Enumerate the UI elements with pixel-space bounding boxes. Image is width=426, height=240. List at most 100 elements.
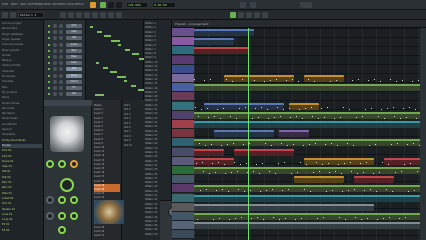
track-header[interactable]: [172, 110, 194, 120]
track-header[interactable]: [172, 221, 194, 231]
browser-item[interactable]: Templates: [2, 133, 42, 137]
browser-item[interactable]: Kick 01: [2, 149, 42, 153]
effect-slot[interactable]: Slot 8: [124, 135, 142, 139]
menu-patterns[interactable]: PATTERNS: [28, 2, 43, 6]
channel-button[interactable]: Pad: [66, 67, 82, 72]
channel-led[interactable]: [48, 37, 50, 40]
volume-knob[interactable]: [59, 86, 63, 90]
channel-row[interactable]: Chord: [46, 79, 84, 85]
track-header[interactable]: [172, 120, 194, 129]
pattern-clip[interactable]: [194, 38, 234, 46]
note[interactable]: [103, 66, 108, 69]
note[interactable]: [111, 39, 120, 42]
note[interactable]: [124, 80, 127, 82]
tool-select[interactable]: [108, 12, 114, 18]
track-header[interactable]: [172, 147, 194, 157]
volume-knob[interactable]: [59, 67, 63, 72]
channel-row[interactable]: Clap: [46, 30, 84, 35]
note[interactable]: [117, 75, 126, 78]
plugin-header[interactable]: [44, 100, 92, 106]
snap-button[interactable]: [2, 12, 8, 18]
channel-led[interactable]: [48, 25, 50, 27]
pattern-clip[interactable]: [279, 130, 309, 138]
channel-led[interactable]: [48, 56, 50, 58]
browser-item[interactable]: Sliced beats: [2, 117, 42, 121]
channel-row[interactable]: Pluck: [46, 73, 84, 79]
pattern-clip[interactable]: [204, 102, 284, 110]
browser-item[interactable]: Perc 01: [2, 181, 42, 185]
pattern-clip[interactable]: [304, 157, 374, 165]
effect-slot[interactable]: Slot 7: [124, 130, 142, 134]
track-header[interactable]: [172, 230, 194, 240]
tool-slice[interactable]: [100, 12, 106, 18]
note[interactable]: [96, 62, 99, 64]
track-header[interactable]: [172, 37, 194, 47]
browser-item[interactable]: My projects: [2, 91, 42, 95]
pattern-clip[interactable]: [194, 194, 426, 202]
browser-item[interactable]: Kick 02: [2, 155, 42, 159]
channel-button[interactable]: Clap: [66, 30, 82, 35]
track-header[interactable]: [172, 55, 194, 65]
playhead[interactable]: [248, 28, 249, 240]
browser-item[interactable]: FX 01: [2, 223, 42, 227]
channel-row[interactable]: Snare: [46, 42, 84, 48]
browser-item[interactable]: Fruity Cloud Packs: [2, 139, 42, 143]
track-header[interactable]: [172, 202, 194, 212]
piano-roll-button[interactable]: [238, 12, 244, 18]
pattern-clip[interactable]: [234, 148, 294, 156]
pan-knob[interactable]: [53, 30, 57, 35]
volume-knob[interactable]: [59, 73, 63, 78]
note[interactable]: [97, 30, 102, 33]
knob-icon[interactable]: [58, 160, 66, 168]
volume-knob[interactable]: [59, 36, 63, 41]
volume-knob[interactable]: [59, 55, 63, 59]
mixer-insert[interactable]: Insert 31: [94, 234, 120, 238]
pan-knob[interactable]: [53, 79, 57, 84]
channel-row[interactable]: Vox: [46, 92, 84, 97]
browser-item[interactable]: Backup: [2, 59, 42, 63]
pan-knob[interactable]: [53, 55, 57, 59]
browser-item[interactable]: Current project: [2, 22, 42, 26]
pattern-clip[interactable]: [194, 148, 224, 156]
tool-paint[interactable]: [68, 12, 74, 18]
channel-button[interactable]: Chord: [66, 79, 82, 84]
pattern-clip[interactable]: [289, 102, 319, 110]
note[interactable]: [95, 93, 104, 96]
note[interactable]: [90, 26, 93, 28]
pattern-clip[interactable]: [194, 29, 254, 36]
master-pitch[interactable]: [250, 2, 256, 8]
pattern-clip[interactable]: [194, 84, 426, 92]
tool-mute[interactable]: [84, 12, 90, 18]
knob-icon[interactable]: [60, 178, 74, 192]
track-header[interactable]: [172, 74, 194, 83]
menu-file[interactable]: FILE: [2, 2, 8, 6]
browser-item[interactable]: Snare 01: [2, 160, 42, 164]
effect-slot[interactable]: Slot 10: [124, 144, 142, 148]
menu-tools[interactable]: TOOLS: [66, 2, 76, 6]
menu-options[interactable]: OPTIONS: [52, 2, 65, 6]
channel-led[interactable]: [48, 93, 50, 96]
track-header[interactable]: [172, 175, 194, 185]
knob-icon[interactable]: [46, 196, 54, 204]
browser-item[interactable]: Mixer presets: [2, 49, 42, 53]
note[interactable]: [104, 35, 111, 37]
browser-item[interactable]: Clipboard files: [2, 64, 42, 68]
note[interactable]: [132, 53, 139, 55]
playlist-scrollbar[interactable]: [420, 28, 426, 240]
channel-rack-button[interactable]: [246, 12, 252, 18]
volume-knob[interactable]: [59, 92, 63, 97]
browser-item[interactable]: Plugin presets: [2, 38, 42, 42]
note[interactable]: [131, 84, 136, 87]
channel-button[interactable]: Bass: [66, 55, 82, 59]
pan-knob[interactable]: [53, 73, 57, 78]
browser-item[interactable]: Hat 01: [2, 170, 42, 174]
tool-slip[interactable]: [92, 12, 98, 18]
channel-button[interactable]: FX: [66, 86, 82, 90]
record-icon[interactable]: [116, 2, 122, 8]
track-header[interactable]: [172, 129, 194, 139]
pattern-clip[interactable]: [224, 75, 294, 82]
pattern-clip[interactable]: [194, 203, 374, 211]
browser-item[interactable]: Drums: [2, 143, 42, 148]
track-header[interactable]: [172, 28, 194, 37]
knob-icon[interactable]: [70, 196, 78, 204]
